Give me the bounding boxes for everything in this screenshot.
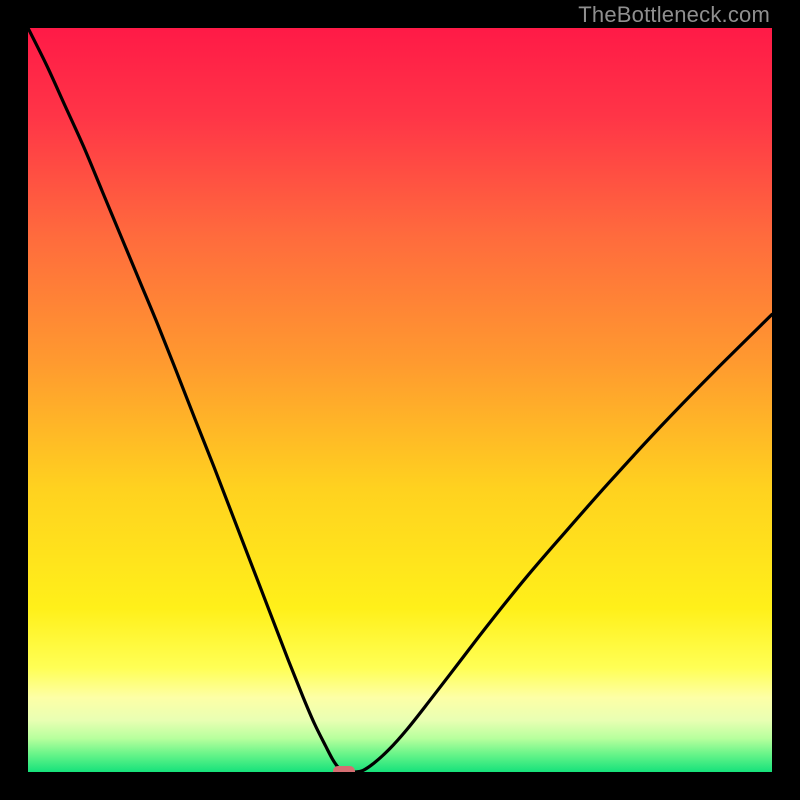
optimal-point-marker: [333, 766, 355, 772]
chart-frame: TheBottleneck.com: [0, 0, 800, 800]
bottleneck-curve: [28, 28, 772, 772]
watermark-text: TheBottleneck.com: [578, 2, 770, 28]
plot-area: [28, 28, 772, 772]
